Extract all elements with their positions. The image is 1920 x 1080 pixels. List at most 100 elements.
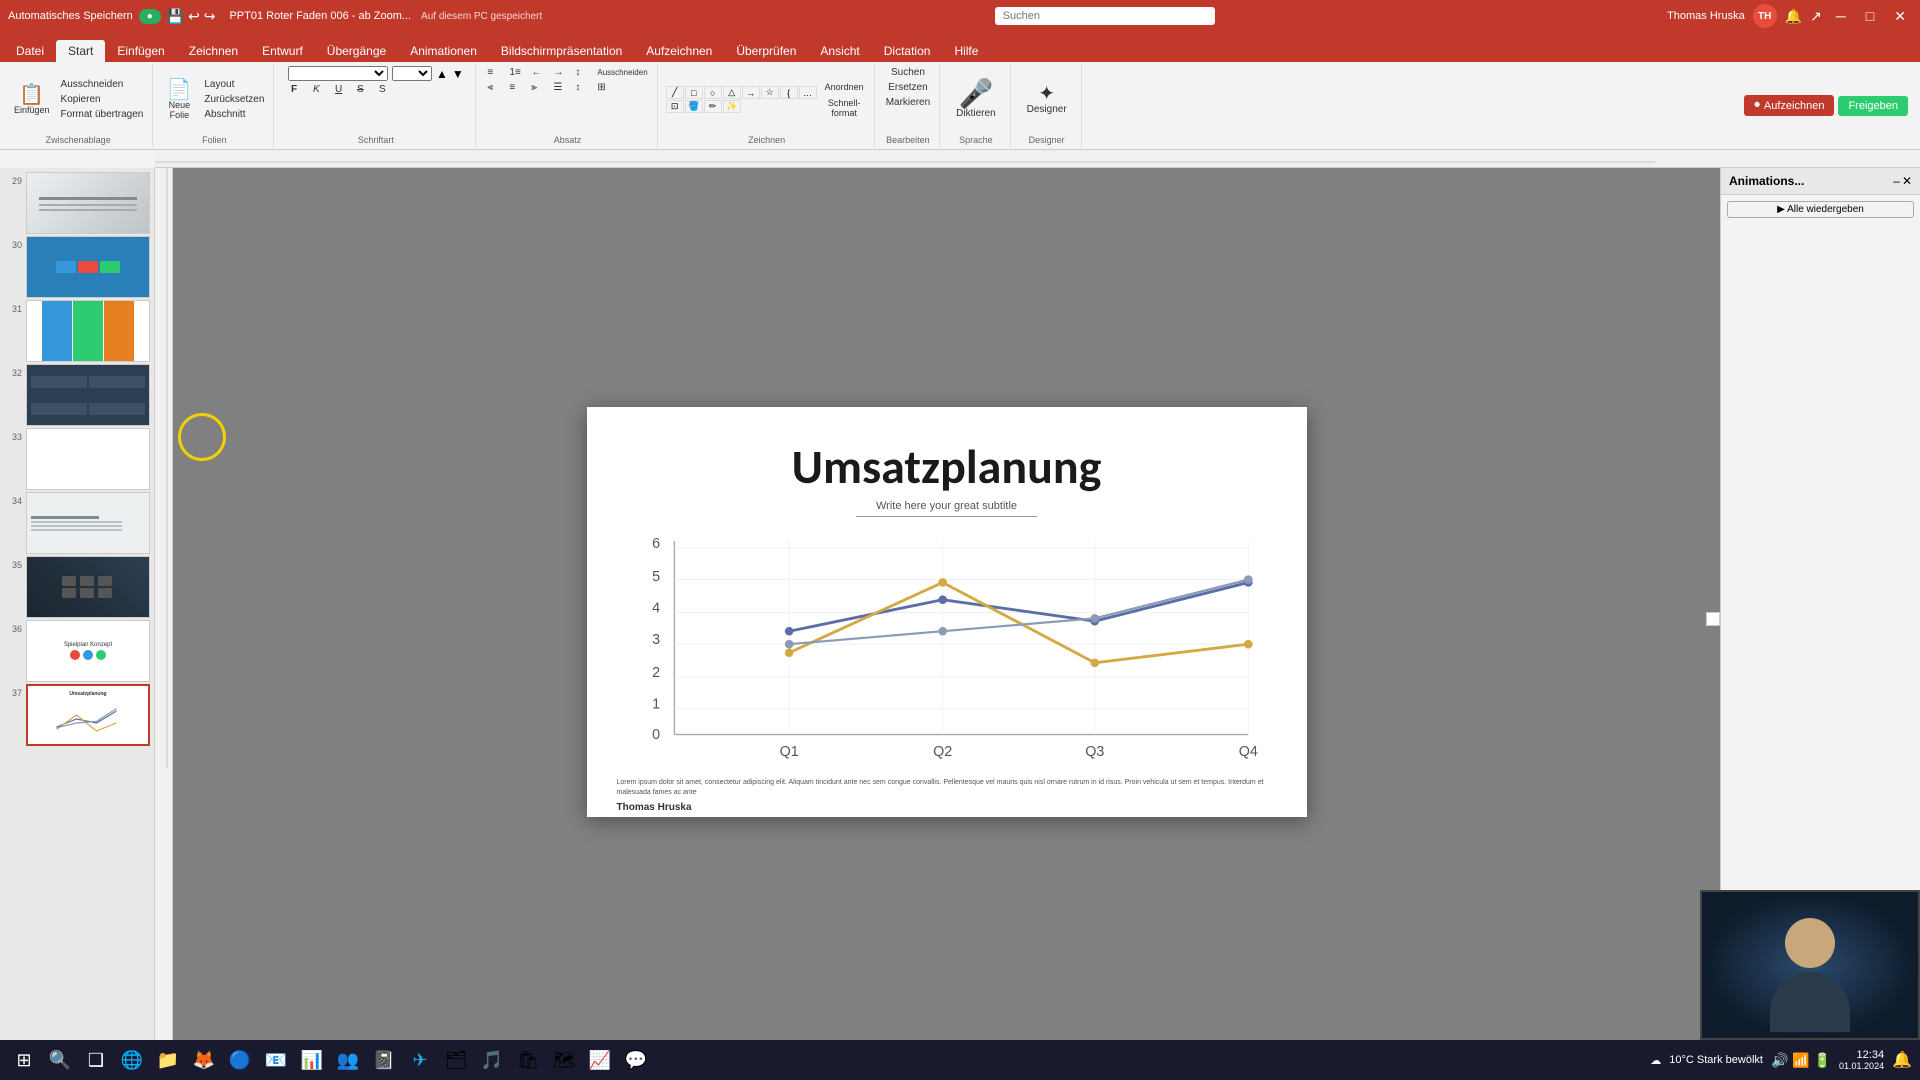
shadow-button[interactable]: S (376, 83, 396, 96)
shape-more[interactable]: … (799, 86, 817, 99)
taskbar-firefox[interactable]: 🦊 (188, 1044, 220, 1076)
shape-line[interactable]: ╱ (666, 86, 684, 99)
tab-uebergaenge[interactable]: Übergänge (315, 40, 398, 62)
list-item[interactable]: 35 (4, 556, 150, 618)
shape-star[interactable]: ☆ (761, 86, 779, 99)
taskbar-telegram[interactable]: ✈ (404, 1044, 436, 1076)
shape-rect[interactable]: □ (685, 86, 703, 99)
ersetzen-button[interactable]: Ersetzen (885, 81, 930, 94)
anordnen-button[interactable]: Anordnen (821, 80, 868, 94)
notification-icon[interactable]: 🔔 (1785, 8, 1802, 25)
close-button[interactable]: ✕ (1888, 8, 1912, 25)
list-item[interactable]: 30 (4, 236, 150, 298)
slide-subtitle[interactable]: Write here your great subtitle (856, 500, 1037, 517)
shape-arrange[interactable]: ⊡ (666, 100, 684, 113)
font-size-select[interactable] (392, 66, 432, 81)
font-family-select[interactable] (288, 66, 388, 81)
shape-effects[interactable]: ✨ (723, 100, 741, 113)
line-spacing-button[interactable]: ↕ (572, 81, 592, 94)
neue-folie-button[interactable]: 📄 NeueFolie (161, 78, 197, 122)
list-item[interactable]: 33 (4, 428, 150, 490)
columns-button[interactable]: ⊞ (594, 81, 614, 94)
system-tray[interactable]: 🔊 📶 🔋 (1771, 1052, 1831, 1069)
task-view-button[interactable]: ❑ (80, 1044, 112, 1076)
align-left-button[interactable]: ⫷ (484, 81, 504, 94)
taskbar-files[interactable]: 🗂 (440, 1044, 472, 1076)
taskbar-excel[interactable]: 📈 (584, 1044, 616, 1076)
italic-button[interactable]: K (310, 83, 330, 96)
minimize-button[interactable]: ─ (1830, 8, 1852, 24)
convert-smartart-button[interactable]: Ausschneiden (594, 66, 650, 79)
slide-title[interactable]: Umsatzplanung (617, 437, 1277, 496)
list-item[interactable]: 37 Umsatzplanung (4, 684, 150, 746)
resize-handle[interactable] (1706, 612, 1720, 626)
shape-circle[interactable]: ○ (704, 86, 722, 99)
align-justify-button[interactable]: ☰ (550, 81, 570, 94)
canvas-area[interactable]: Umsatzplanung Write here your great subt… (173, 168, 1720, 1056)
strikethrough-button[interactable]: S (354, 83, 374, 96)
play-all-button[interactable]: ▶ Alle wiedergeben (1727, 201, 1914, 218)
taskbar-maps[interactable]: 🗺 (548, 1044, 580, 1076)
schnellformatvorlagen-button[interactable]: Schnell-format (821, 96, 868, 120)
taskbar-chrome[interactable]: 🔵 (224, 1044, 256, 1076)
abschnitt-button[interactable]: Abschnitt (201, 108, 267, 121)
suchen-button[interactable]: Suchen (888, 66, 928, 79)
panel-close-button[interactable]: ✕ (1902, 174, 1912, 188)
indent-more-button[interactable]: → (550, 66, 570, 79)
zuruecksetzen-button[interactable]: Zurücksetzen (201, 93, 267, 106)
maximize-button[interactable]: □ (1860, 8, 1880, 24)
shape-triangle[interactable]: △ (723, 86, 741, 99)
notification-center[interactable]: 🔔 (1892, 1050, 1912, 1070)
diktieren-button[interactable]: 🎤 Diktieren (948, 76, 1003, 123)
tab-ueberpruefen[interactable]: Überprüfen (724, 40, 808, 62)
taskbar-search[interactable]: 🔍 (44, 1044, 76, 1076)
tab-dictation[interactable]: Dictation (872, 40, 943, 62)
taskbar-edge[interactable]: 🌐 (116, 1044, 148, 1076)
layout-button[interactable]: Layout (201, 78, 267, 91)
taskbar-powerpoint[interactable]: 📊 (296, 1044, 328, 1076)
ausschneiden-button[interactable]: Ausschneiden (58, 78, 147, 91)
font-size-up[interactable]: ▲ (436, 67, 448, 81)
list-num-button[interactable]: 1≡ (506, 66, 526, 79)
list-item[interactable]: 29 (4, 172, 150, 234)
format-button[interactable]: Format übertragen (58, 108, 147, 121)
autosave-toggle[interactable]: ● (139, 9, 161, 24)
taskbar-windows-store[interactable]: 🛍 (512, 1044, 544, 1076)
shape-outline[interactable]: ✏ (704, 100, 722, 113)
indent-less-button[interactable]: ← (528, 66, 548, 79)
list-bullet-button[interactable]: ≡ (484, 66, 504, 79)
taskbar-teams-work[interactable]: 💬 (620, 1044, 652, 1076)
font-size-down[interactable]: ▼ (452, 67, 464, 81)
tab-datei[interactable]: Datei (4, 40, 56, 62)
search-input[interactable] (995, 7, 1215, 25)
align-center-button[interactable]: ≡ (506, 81, 526, 94)
markieren-button[interactable]: Markieren (883, 96, 933, 109)
taskbar-explorer[interactable]: 📁 (152, 1044, 184, 1076)
tab-ansicht[interactable]: Ansicht (808, 40, 871, 62)
tab-start[interactable]: Start (56, 40, 105, 62)
bold-button[interactable]: F (288, 83, 308, 96)
tab-entwurf[interactable]: Entwurf (250, 40, 315, 62)
list-item[interactable]: 34 (4, 492, 150, 554)
underline-button[interactable]: U (332, 83, 352, 96)
tab-bildschirm[interactable]: Bildschirmpräsentation (489, 40, 634, 62)
list-item[interactable]: 31 (4, 300, 150, 362)
shape-bracket[interactable]: { (780, 86, 798, 99)
tab-hilfe[interactable]: Hilfe (942, 40, 990, 62)
taskbar-onenote[interactable]: 📓 (368, 1044, 400, 1076)
freigeben-button[interactable]: Freigeben (1838, 96, 1908, 116)
panel-collapse-button[interactable]: – (1893, 174, 1900, 188)
start-button[interactable]: ⊞ (8, 1044, 40, 1076)
share-btn[interactable]: ↗ (1810, 8, 1822, 25)
tab-animationen[interactable]: Animationen (398, 40, 489, 62)
tab-einfuegen[interactable]: Einfügen (105, 40, 176, 62)
taskbar-spotify[interactable]: 🎵 (476, 1044, 508, 1076)
user-avatar[interactable]: TH (1753, 4, 1777, 28)
slide-canvas[interactable]: Umsatzplanung Write here your great subt… (587, 407, 1307, 817)
kopieren-button[interactable]: Kopieren (58, 93, 147, 106)
shape-fill[interactable]: 🪣 (685, 100, 703, 113)
taskbar-teams-personal[interactable]: 👥 (332, 1044, 364, 1076)
tab-aufzeichnen[interactable]: Aufzeichnen (634, 40, 724, 62)
taskbar-outlook[interactable]: 📧 (260, 1044, 292, 1076)
shape-arrow[interactable]: → (742, 86, 760, 99)
